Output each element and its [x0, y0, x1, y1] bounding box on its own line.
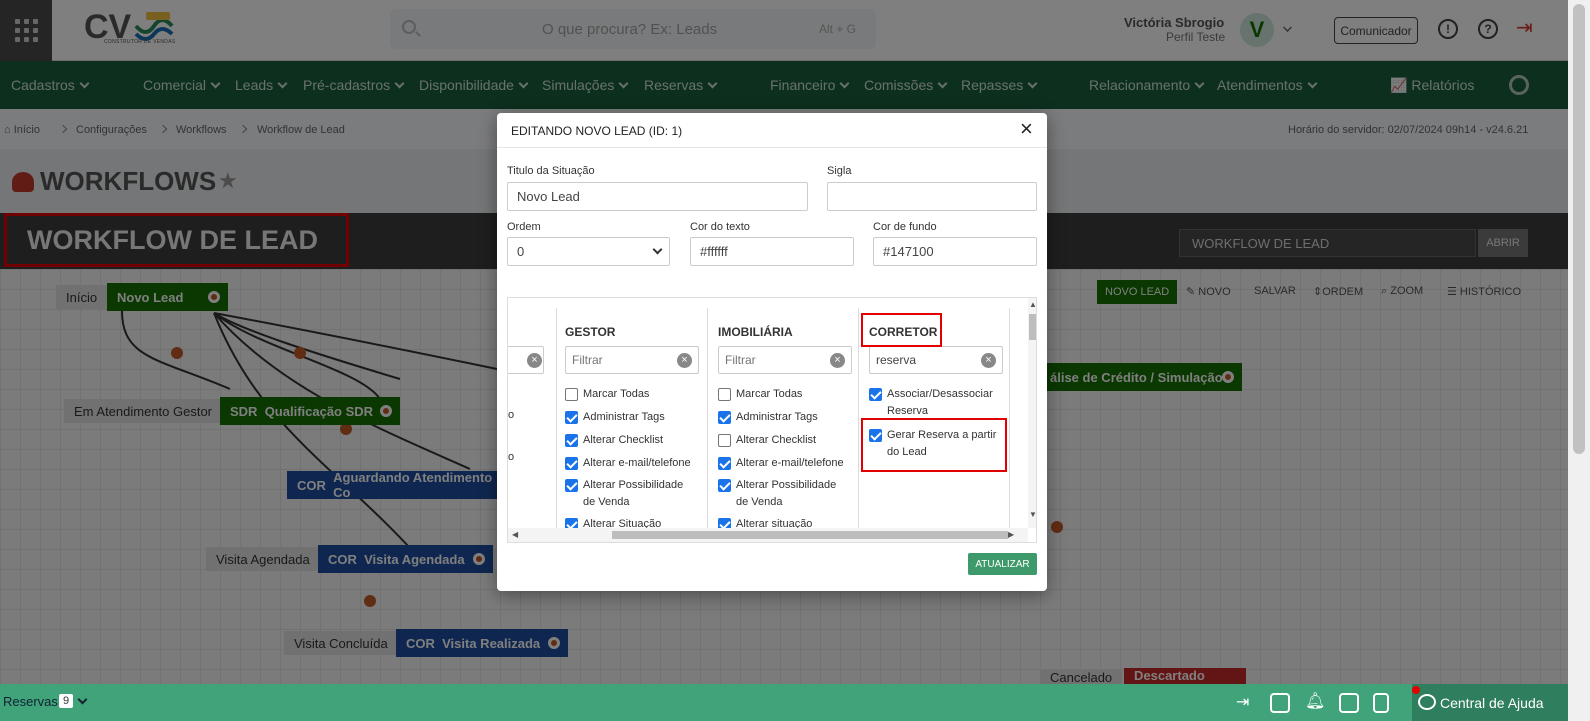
page-scrollbar[interactable] — [1568, 0, 1590, 721]
highlight-corretor-header — [861, 313, 942, 347]
perm-checkbox-item[interactable]: Administrar Tags — [718, 409, 858, 426]
scrollbar-thumb[interactable] — [1029, 314, 1036, 340]
perm-checkbox-item[interactable]: Marcar Todas — [565, 386, 705, 403]
perm-checkbox-item[interactable]: Alterar Possibilidade de Venda — [565, 477, 697, 511]
perm-checkbox-item[interactable]: Alterar situação — [718, 516, 858, 528]
clear-icon[interactable]: × — [527, 353, 542, 368]
ordem-label: Ordem — [507, 221, 541, 233]
checkbox[interactable] — [718, 518, 731, 528]
perm-partial-label: o — [508, 409, 515, 421]
perm-checkbox-item[interactable]: Administrar Tags — [565, 409, 705, 426]
clear-icon[interactable]: × — [677, 353, 692, 368]
edit-situation-modal: EDITANDO NOVO LEAD (ID: 1) × Titulo da S… — [497, 113, 1047, 591]
perm-checkbox-item[interactable]: Associar/Desassociar Reserva — [869, 386, 1003, 420]
reservas-toggle[interactable]: Reservas — [3, 694, 58, 709]
checkbox[interactable] — [565, 434, 578, 447]
scrollbar-thumb[interactable] — [612, 531, 1008, 539]
bell-icon[interactable]: 🔔︎ — [1305, 691, 1325, 711]
cor-fundo-label: Cor de fundo — [873, 221, 937, 233]
modal-header: EDITANDO NOVO LEAD (ID: 1) × — [497, 113, 1047, 148]
titulo-input[interactable] — [507, 182, 808, 211]
sigla-label: Sigla — [827, 165, 852, 177]
checkbox[interactable] — [565, 388, 578, 401]
perm-checkbox-item[interactable]: Alterar Situação — [565, 516, 705, 528]
atualizar-button[interactable]: ATUALIZAR — [968, 553, 1037, 575]
clear-icon[interactable]: × — [981, 353, 996, 368]
perm-column-header: IMOBILIÁRIA — [718, 325, 793, 339]
checkbox[interactable] — [718, 434, 731, 447]
checkbox[interactable] — [565, 518, 578, 528]
perm-checkbox-item[interactable]: Alterar Possibilidade de Venda — [718, 477, 850, 511]
scrollbar-thumb[interactable] — [1573, 4, 1585, 454]
help-label: Central de Ajuda — [1440, 694, 1544, 711]
checkbox[interactable] — [718, 457, 731, 470]
perm-column-imobiliaria: IMOBILIÁRIA × Marcar Todas Administrar T… — [707, 308, 858, 528]
chevron-down-icon[interactable] — [77, 694, 88, 705]
checkbox[interactable] — [565, 479, 578, 492]
perm-partial-label: o — [508, 451, 515, 463]
perm-checkbox-item[interactable]: Alterar e-mail/telefone — [718, 455, 858, 472]
panel-vertical-scrollbar[interactable]: ▲ ▼ — [1028, 298, 1036, 528]
calendar-icon[interactable] — [1339, 693, 1359, 713]
permissions-panel: × o o GESTOR × Marcar Todas Administrar … — [507, 297, 1037, 543]
perm-checkbox-item[interactable]: Alterar Checklist — [718, 432, 858, 449]
perm-column-corretor: CORRETOR × Associar/Desassociar Reserva … — [858, 308, 1010, 528]
notification-dot — [1412, 686, 1420, 694]
reservas-count: 9 — [59, 694, 74, 708]
cor-texto-label: Cor do texto — [690, 221, 750, 233]
highlight-gerar-reserva — [861, 418, 1007, 472]
scroll-up-icon[interactable]: ▲ — [1029, 300, 1036, 309]
ordem-select[interactable]: 0 — [507, 237, 670, 266]
perm-checkbox-item[interactable]: Alterar e-mail/telefone — [565, 455, 705, 472]
cor-fundo-input[interactable] — [873, 237, 1037, 266]
checkbox[interactable] — [718, 411, 731, 424]
checkbox[interactable] — [718, 479, 731, 492]
sigla-input[interactable] — [827, 182, 1037, 211]
perm-column-gestor: GESTOR × Marcar Todas Administrar Tags A… — [556, 308, 706, 528]
calculator-icon[interactable] — [1373, 693, 1389, 713]
checkbox[interactable] — [718, 388, 731, 401]
cor-texto-input[interactable] — [690, 237, 854, 266]
perm-checkbox-item[interactable]: Alterar Checklist — [565, 432, 705, 449]
collapse-right-icon[interactable]: ⇥ — [1236, 692, 1249, 712]
footer-bar: Reservas 9 ⇥ 🔔︎ — [0, 684, 1568, 721]
perm-column-header: GESTOR — [565, 325, 616, 339]
close-icon[interactable]: × — [1020, 118, 1033, 140]
modal-title: EDITANDO NOVO LEAD (ID: 1) — [511, 124, 683, 138]
checkbox[interactable] — [869, 388, 882, 401]
scroll-down-icon[interactable]: ▼ — [1029, 510, 1036, 519]
perm-column-partial: × o o — [508, 308, 553, 528]
chat-icon — [1418, 694, 1436, 710]
perm-checkbox-item[interactable]: Marcar Todas — [718, 386, 858, 403]
panel-horizontal-scrollbar[interactable]: ◀ ▶ — [508, 528, 1028, 542]
mail-star-icon[interactable] — [1270, 693, 1290, 713]
checkbox[interactable] — [565, 411, 578, 424]
central-ajuda-button[interactable]: Central de Ajuda — [1412, 684, 1568, 721]
scroll-right-icon[interactable]: ▶ — [1008, 530, 1014, 539]
titulo-label: Titulo da Situação — [507, 165, 595, 177]
clear-icon[interactable]: × — [830, 353, 845, 368]
scroll-left-icon[interactable]: ◀ — [512, 530, 518, 539]
checkbox[interactable] — [565, 457, 578, 470]
